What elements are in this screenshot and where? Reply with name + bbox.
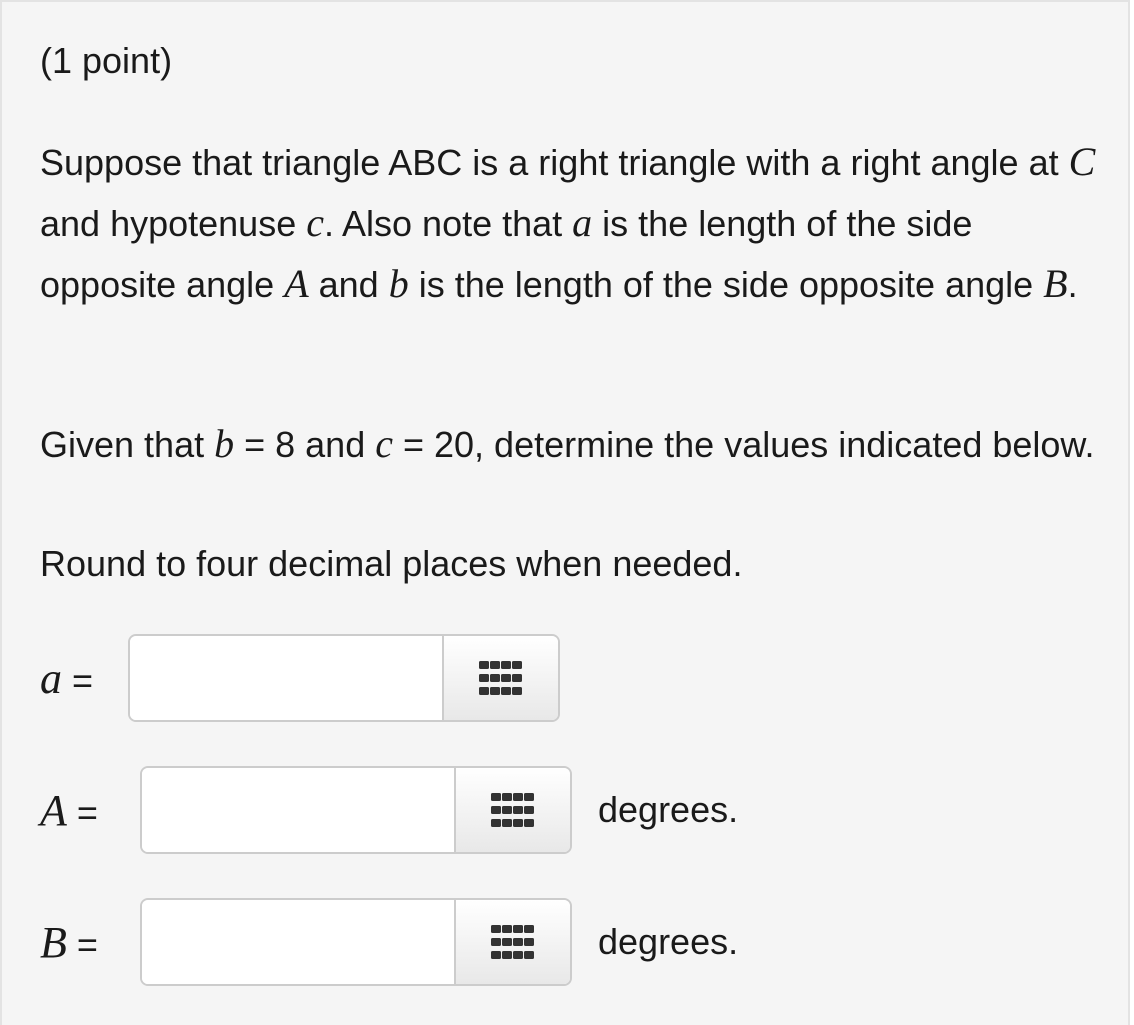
answer-row-B: B = (40, 898, 98, 986)
unit-label: degrees. (598, 921, 739, 962)
grid-dots-icon (491, 925, 534, 959)
statement-text: Suppose that triangle ABC is a right tri… (40, 142, 1069, 183)
equation-palette-button[interactable] (454, 768, 570, 852)
equation-palette-button[interactable] (442, 636, 558, 720)
problem-panel: (1 point) Suppose that triangle ABC is a… (0, 0, 1130, 1025)
points-label: (1 point) (40, 40, 173, 81)
answer-row-A: A = (40, 766, 98, 854)
grid-dots-icon (479, 661, 522, 695)
equals-sign: = (62, 659, 94, 701)
problem-statement: Suppose that triangle ABC is a right tri… (40, 132, 1100, 315)
given-text: Given that b = 8 and c = 20, determine t… (40, 414, 1100, 475)
equals-sign: = (66, 791, 98, 833)
given-text-part: Given that (40, 424, 215, 465)
given-text-part: = 20, determine the values indicated bel… (392, 424, 1095, 465)
answer-input-a[interactable] (130, 636, 442, 720)
math-var: a (40, 653, 62, 703)
answer-label: A = (40, 785, 98, 836)
equals-sign: = (66, 923, 98, 965)
answer-input-B[interactable] (142, 900, 454, 984)
statement-text: . Also note that (324, 203, 573, 244)
answer-label: B = (40, 917, 98, 968)
answer-group-A (140, 766, 572, 854)
math-var: b (214, 421, 235, 466)
math-var: b (388, 261, 409, 306)
answer-label: a = (40, 653, 93, 704)
equation-palette-button[interactable] (454, 900, 570, 984)
answer-group-B (140, 898, 572, 986)
answer-group-a (128, 634, 560, 722)
answer-input-A[interactable] (142, 768, 454, 852)
math-var: a (572, 200, 593, 245)
math-var: C (1068, 139, 1096, 184)
answer-row-a: a = (40, 634, 93, 722)
math-var: A (284, 261, 309, 306)
math-var: A (40, 785, 67, 835)
given-text-part: = 8 and (234, 424, 376, 465)
rounding-instruction: Round to four decimal places when needed… (40, 543, 743, 584)
math-var: c (306, 200, 324, 245)
unit-label: degrees. (598, 789, 739, 830)
statement-text: and hypotenuse (40, 203, 307, 244)
math-var: B (1043, 261, 1068, 306)
math-var: B (40, 917, 67, 967)
math-var: c (375, 421, 393, 466)
statement-text: . (1067, 264, 1078, 305)
statement-text: is the length of the side opposite angle (408, 264, 1044, 305)
statement-text: and (308, 264, 389, 305)
grid-dots-icon (491, 793, 534, 827)
